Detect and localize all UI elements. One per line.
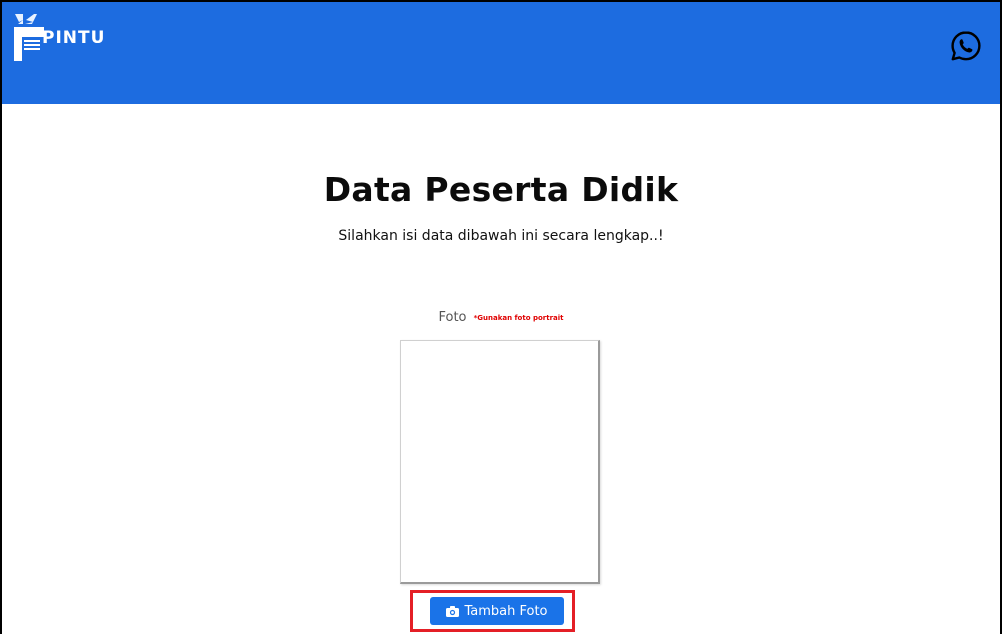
photo-field-label: Foto *Gunakan foto portrait <box>2 306 1000 325</box>
camera-icon <box>446 605 460 617</box>
brand-logo[interactable]: PINTU <box>12 10 105 64</box>
brand-text: PINTU <box>42 28 106 48</box>
add-photo-button[interactable]: Tambah Foto <box>430 597 564 625</box>
main-content: Data Peserta Didik Silahkan isi data dib… <box>2 104 1000 634</box>
top-navbar: PINTU <box>2 2 1000 104</box>
photo-preview-box <box>400 340 600 584</box>
page-title: Data Peserta Didik <box>323 170 679 209</box>
whatsapp-icon[interactable] <box>950 30 982 62</box>
add-photo-label: Tambah Foto <box>464 603 548 619</box>
photo-note: *Gunakan foto portrait <box>473 314 564 322</box>
app-frame: PINTU Data Peserta Didik Silahkan isi da… <box>0 0 1002 634</box>
photo-label: Foto <box>438 310 467 325</box>
page-subtitle: Silahkan isi data dibawah ini secara len… <box>338 228 664 244</box>
logo-mark-icon <box>14 14 44 61</box>
